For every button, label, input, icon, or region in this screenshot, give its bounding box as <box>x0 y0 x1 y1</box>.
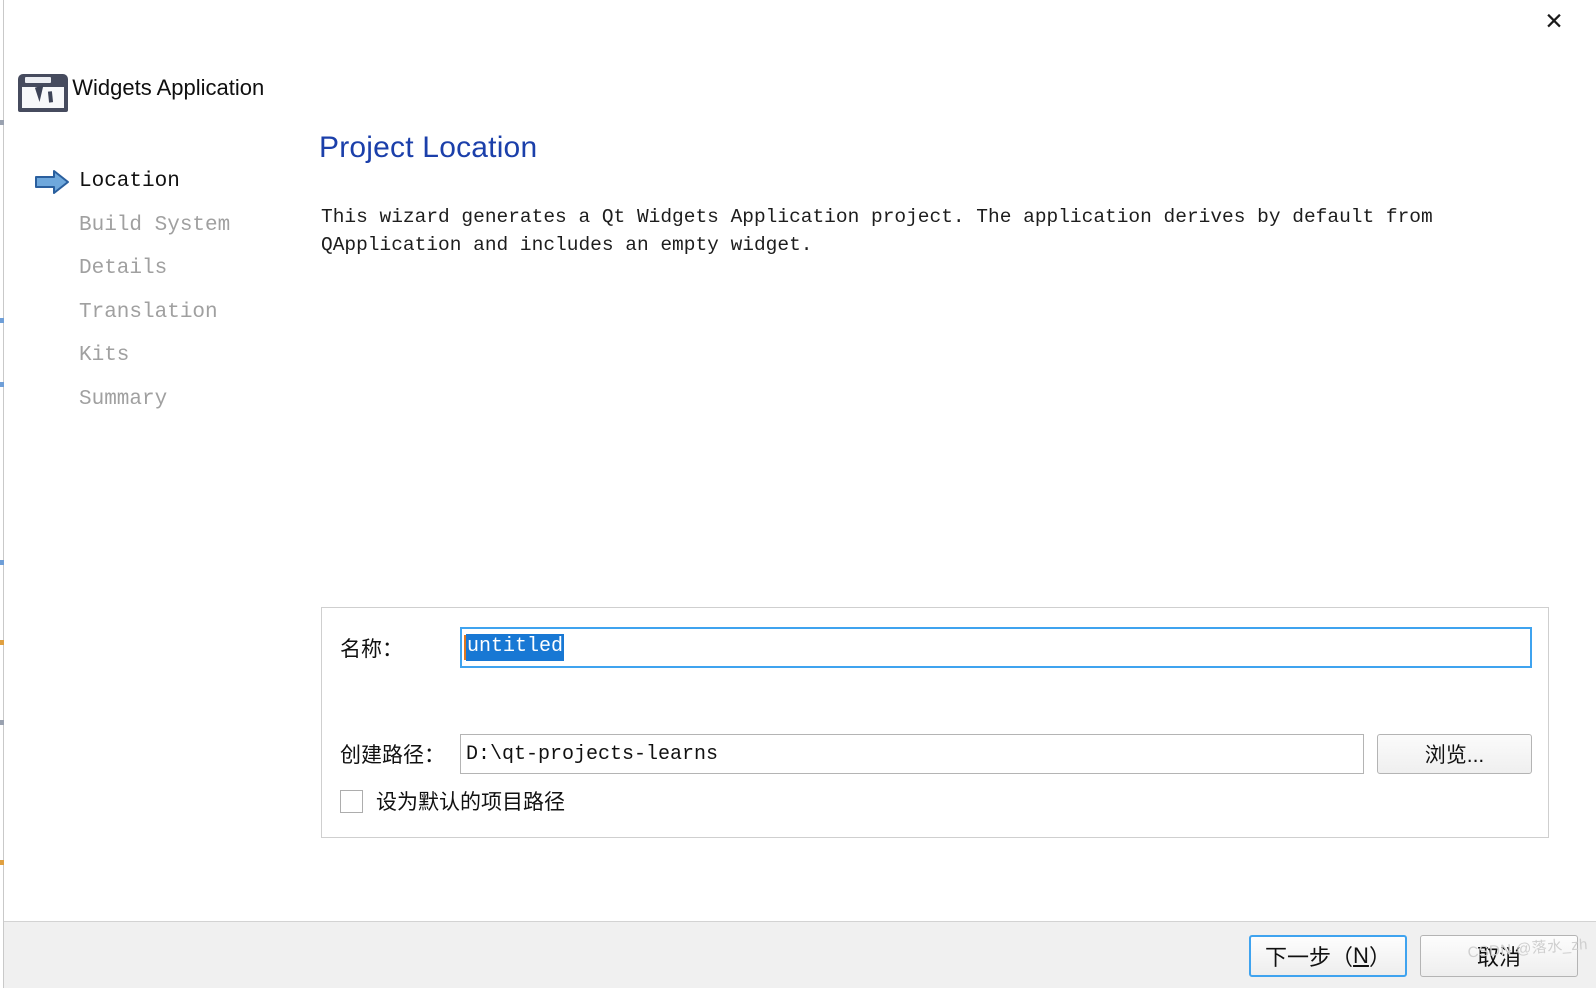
page-title: Project Location <box>319 131 538 164</box>
project-path-label: 创建路径： <box>340 744 445 767</box>
project-name-label: 名称： <box>340 637 403 661</box>
wizard-step-sidebar: Location Build System Details Translatio… <box>0 160 300 421</box>
next-button-label-prefix: 下一步（ <box>1265 945 1354 970</box>
footer-button-group: 下一步（ N） 取消 <box>1249 935 1578 977</box>
sidebar-item-build-system[interactable]: Build System <box>0 204 300 248</box>
qt-widgets-app-icon <box>12 66 68 112</box>
sidebar-item-translation[interactable]: Translation <box>0 291 300 335</box>
project-name-input[interactable]: untitled <box>460 627 1532 668</box>
project-path-input[interactable]: D:\qt-projects-learns <box>460 734 1364 774</box>
page-description: This wizard generates a Qt Widgets Appli… <box>321 206 1433 256</box>
sidebar-item-label: Location <box>79 170 180 194</box>
sidebar-item-summary[interactable]: Summary <box>0 378 300 422</box>
sidebar-item-label: Build System <box>79 213 231 237</box>
sidebar-item-location[interactable]: Location <box>0 160 300 204</box>
next-button-mnemonic: N <box>1353 943 1369 968</box>
sidebar-item-label: Translation <box>79 300 218 324</box>
qt-wizard-dialog: ✕ t Widgets Application Location Build S… <box>0 0 1596 988</box>
next-button[interactable]: 下一步（ N） <box>1249 935 1407 977</box>
project-path-value: D:\qt-projects-learns <box>466 742 719 766</box>
sidebar-item-label: Details <box>79 257 168 281</box>
default-path-checkbox[interactable] <box>340 789 363 813</box>
sidebar-item-details[interactable]: Details <box>0 247 300 291</box>
blue-arrow-icon <box>34 169 70 195</box>
cancel-button[interactable]: 取消 <box>1420 935 1578 977</box>
project-location-form: 名称： untitled 创建路径： D:\qt-projects-learns… <box>321 607 1549 838</box>
next-button-label-suffix: ） <box>1368 945 1391 970</box>
browse-button[interactable]: 浏览... <box>1377 734 1532 774</box>
default-path-checkbox-row[interactable]: 设为默认的项目路径 <box>340 786 565 816</box>
dialog-title-row: t Widgets Application <box>10 66 264 112</box>
default-path-checkbox-label: 设为默认的项目路径 <box>376 791 565 814</box>
sidebar-item-kits[interactable]: Kits <box>0 334 300 378</box>
project-name-value: untitled <box>466 634 565 661</box>
close-icon[interactable]: ✕ <box>1534 4 1574 38</box>
sidebar-item-label: Summary <box>79 387 168 411</box>
dialog-title: t Widgets Application <box>60 75 265 100</box>
dialog-footer: 下一步（ N） 取消 <box>4 921 1596 988</box>
background-window-sliver <box>0 0 4 988</box>
sidebar-item-label: Kits <box>79 344 130 368</box>
project-path-row: 创建路径： D:\qt-projects-learns 浏览... <box>340 734 1532 774</box>
project-name-row: 名称： untitled <box>340 627 1532 668</box>
